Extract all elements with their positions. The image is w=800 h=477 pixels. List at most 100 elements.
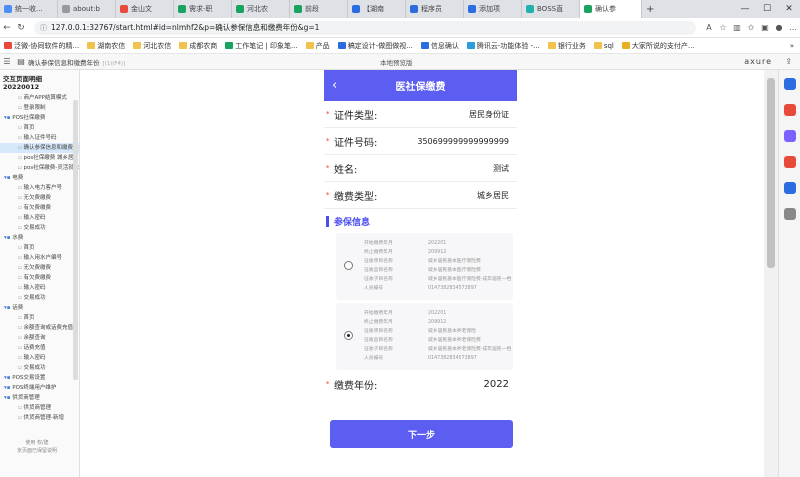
games-icon[interactable] — [783, 130, 796, 142]
favorite-star-icon[interactable]: ☆ — [716, 23, 730, 32]
address-toolbar: ← ↻ ⓘ 127.0.0.1:32767/start.html#id=nlmh… — [0, 18, 800, 38]
tree-page[interactable]: ▫ 供货商管理 — [0, 403, 79, 413]
tree-page[interactable]: ▫ 交易成功 — [0, 223, 79, 233]
tree-folder[interactable]: ▾▪ POS交易设置 — [0, 373, 79, 383]
split-screen-icon[interactable]: ▥ — [730, 23, 744, 32]
tree-folder[interactable]: ▾▪ POS社保缴费 — [0, 113, 79, 123]
share-icon[interactable]: ⇪ — [785, 57, 792, 66]
tree-page[interactable]: ▫ 余额查询或话费充值 — [0, 323, 79, 333]
detail-row: 征收品目名称 城乡居民基本养老保险费 — [364, 336, 524, 345]
tree-page[interactable]: ▫ 首页 — [0, 123, 79, 133]
browser-tab[interactable]: 【湖南 — [348, 0, 406, 18]
bookmark-item[interactable]: 产品 — [305, 41, 330, 51]
bookmark-label: 成都农商 — [189, 41, 218, 50]
bookmark-item[interactable]: 工作笔记 | 印象笔... — [225, 41, 298, 51]
read-aloud-icon[interactable]: A — [702, 23, 716, 32]
refresh-icon[interactable]: ↻ — [14, 23, 28, 33]
scrollbar-thumb[interactable] — [767, 78, 775, 268]
bookmark-item[interactable]: 大家所说的支付产... — [621, 41, 695, 51]
bookmarks-overflow[interactable]: » — [790, 42, 794, 50]
bookmark-item[interactable]: 成都农商 — [179, 41, 217, 51]
browser-tab[interactable]: 统一收... — [0, 0, 58, 18]
year-row[interactable]: * 缴费年份: 2022 — [324, 373, 517, 395]
tree-page[interactable]: ▫ 登录限制 — [0, 103, 79, 113]
info-icon[interactable]: ⓘ — [40, 23, 47, 33]
tree-page[interactable]: ▫ 商户APP结算模式 — [0, 93, 79, 103]
search-icon[interactable] — [783, 78, 796, 90]
url-text: 127.0.0.1:32767/start.html#id=nlmhf2&p=确… — [51, 23, 320, 32]
bookmark-item[interactable]: 河北农信 — [133, 41, 171, 51]
bookmark-item[interactable]: sql — [593, 42, 614, 50]
insurance-card[interactable]: 开始缴费年月 202201 终止缴费年月 209912 征收项目名称 城乡居民基本养老保险… — [336, 303, 513, 370]
tree-page[interactable]: ▫ pos社保缴费 城乡居 — [0, 153, 79, 163]
tree-page[interactable]: ▫ 有欠费缴费 — [0, 273, 79, 283]
tree-page[interactable]: ▫ 输入用水户编号 — [0, 253, 79, 263]
tree-label: 输入密码 — [23, 215, 46, 221]
browser-tab[interactable]: 前段 — [290, 0, 348, 18]
insurance-card[interactable]: 开始缴费年月 202201 终止缴费年月 209912 征收项目名称 城乡居民基本医疗保险… — [336, 233, 513, 300]
browser-tab[interactable]: 金山文 — [116, 0, 174, 18]
radio-button[interactable] — [344, 331, 353, 340]
tree-page[interactable]: ▫ 输入密码 — [0, 283, 79, 293]
sidebar-toggle-icon[interactable]: ☰ — [0, 57, 14, 66]
tree-page[interactable]: ▫ 首页 — [0, 313, 79, 323]
close-window-button[interactable]: ✕ — [778, 0, 800, 18]
bookmark-item[interactable]: 腾讯云-功能体验 -... — [466, 41, 540, 51]
browser-tab[interactable]: 需求-职 — [174, 0, 232, 18]
favorites-icon[interactable]: ✩ — [744, 23, 758, 32]
tree-page[interactable]: ▫ 话费充值 — [0, 343, 79, 353]
pages-icon[interactable]: ▤ — [14, 57, 28, 66]
minimize-button[interactable]: — — [734, 0, 756, 18]
year-value[interactable]: 2022 — [484, 379, 509, 390]
tree-folder[interactable]: ▾▪ 电费 — [0, 173, 79, 183]
bookmark-item[interactable]: 信息确认 — [420, 41, 459, 51]
next-button[interactable]: 下一步 — [330, 420, 513, 448]
tree-folder[interactable]: ▾▪ 供货商管理 — [0, 393, 79, 403]
tree-page[interactable]: ▫ 首页 — [0, 243, 79, 253]
new-tab-button[interactable]: + — [646, 4, 654, 15]
sidebar-scrollbar[interactable] — [73, 100, 78, 380]
tree-folder[interactable]: ▾▪ POS终端用户维护 — [0, 383, 79, 393]
tree-page[interactable]: ▫ 输入证件号码 — [0, 133, 79, 143]
bookmark-item[interactable]: 银行业务 — [547, 41, 586, 51]
tree-folder[interactable]: ▾▪ 话费 — [0, 303, 79, 313]
more-menu-icon[interactable]: … — [786, 23, 800, 32]
bookmark-item[interactable]: 泛微-协同软件的精... — [4, 41, 79, 51]
back-arrow-icon[interactable]: ‹ — [332, 70, 337, 101]
browser-tab[interactable]: 添加项 — [464, 0, 522, 18]
tree-page[interactable]: ▫ 无欠费缴费 — [0, 263, 79, 273]
bookmark-item[interactable]: 稿定设计-做图做视... — [337, 41, 413, 51]
browser-tab[interactable]: about:b — [58, 0, 116, 18]
bookmark-item[interactable]: 湖南农信 — [87, 41, 125, 51]
back-icon[interactable]: ← — [0, 23, 14, 33]
tree-page[interactable]: ▫ 余额查询 — [0, 333, 79, 343]
collections-icon[interactable]: ▣ — [758, 23, 772, 32]
tree-page[interactable]: ▫ 交易成功 — [0, 363, 79, 373]
tree-page[interactable]: ▫ 有欠费缴费 — [0, 203, 79, 213]
collections-icon[interactable] — [783, 104, 796, 116]
office-icon[interactable] — [783, 156, 796, 168]
tree-page[interactable]: ▫ 输入密码 — [0, 353, 79, 363]
tree-page[interactable]: ▫ 输入密码 — [0, 213, 79, 223]
tree-folder[interactable]: ▾▪ 水费 — [0, 233, 79, 243]
browser-tab[interactable]: BOSS直 — [522, 0, 580, 18]
tree-page[interactable]: ▫ 确认参保信息和缴费年 — [0, 143, 79, 153]
profile-icon[interactable]: ● — [772, 23, 786, 32]
maximize-button[interactable]: ☐ — [756, 0, 778, 18]
tree-page[interactable]: ▫ 无欠费缴费 — [0, 193, 79, 203]
add-icon[interactable] — [783, 208, 796, 220]
browser-tab[interactable]: 程序员 — [406, 0, 464, 18]
radio-button[interactable] — [344, 261, 353, 270]
tree-page[interactable]: ▫ 供货商管理-新增 — [0, 413, 79, 423]
field-row: * 证件号码: 350699999999999999 — [324, 128, 517, 155]
tree-page[interactable]: ▫ 交易成功 — [0, 293, 79, 303]
field-label: 证件类型: — [334, 110, 378, 122]
url-field[interactable]: ⓘ 127.0.0.1:32767/start.html#id=nlmhf2&p… — [34, 20, 696, 35]
tree-page[interactable]: ▫ 输入电力客户号 — [0, 183, 79, 193]
tab-label: 【湖南 — [363, 5, 384, 13]
browser-tab[interactable]: 河北农 — [232, 0, 290, 18]
browser-tab[interactable]: 确认参 — [580, 0, 642, 18]
tree-page[interactable]: ▫ pos社保缴费-灵活就业 — [0, 163, 79, 173]
outlook-icon[interactable] — [783, 182, 796, 194]
canvas-scrollbar[interactable] — [764, 70, 778, 477]
